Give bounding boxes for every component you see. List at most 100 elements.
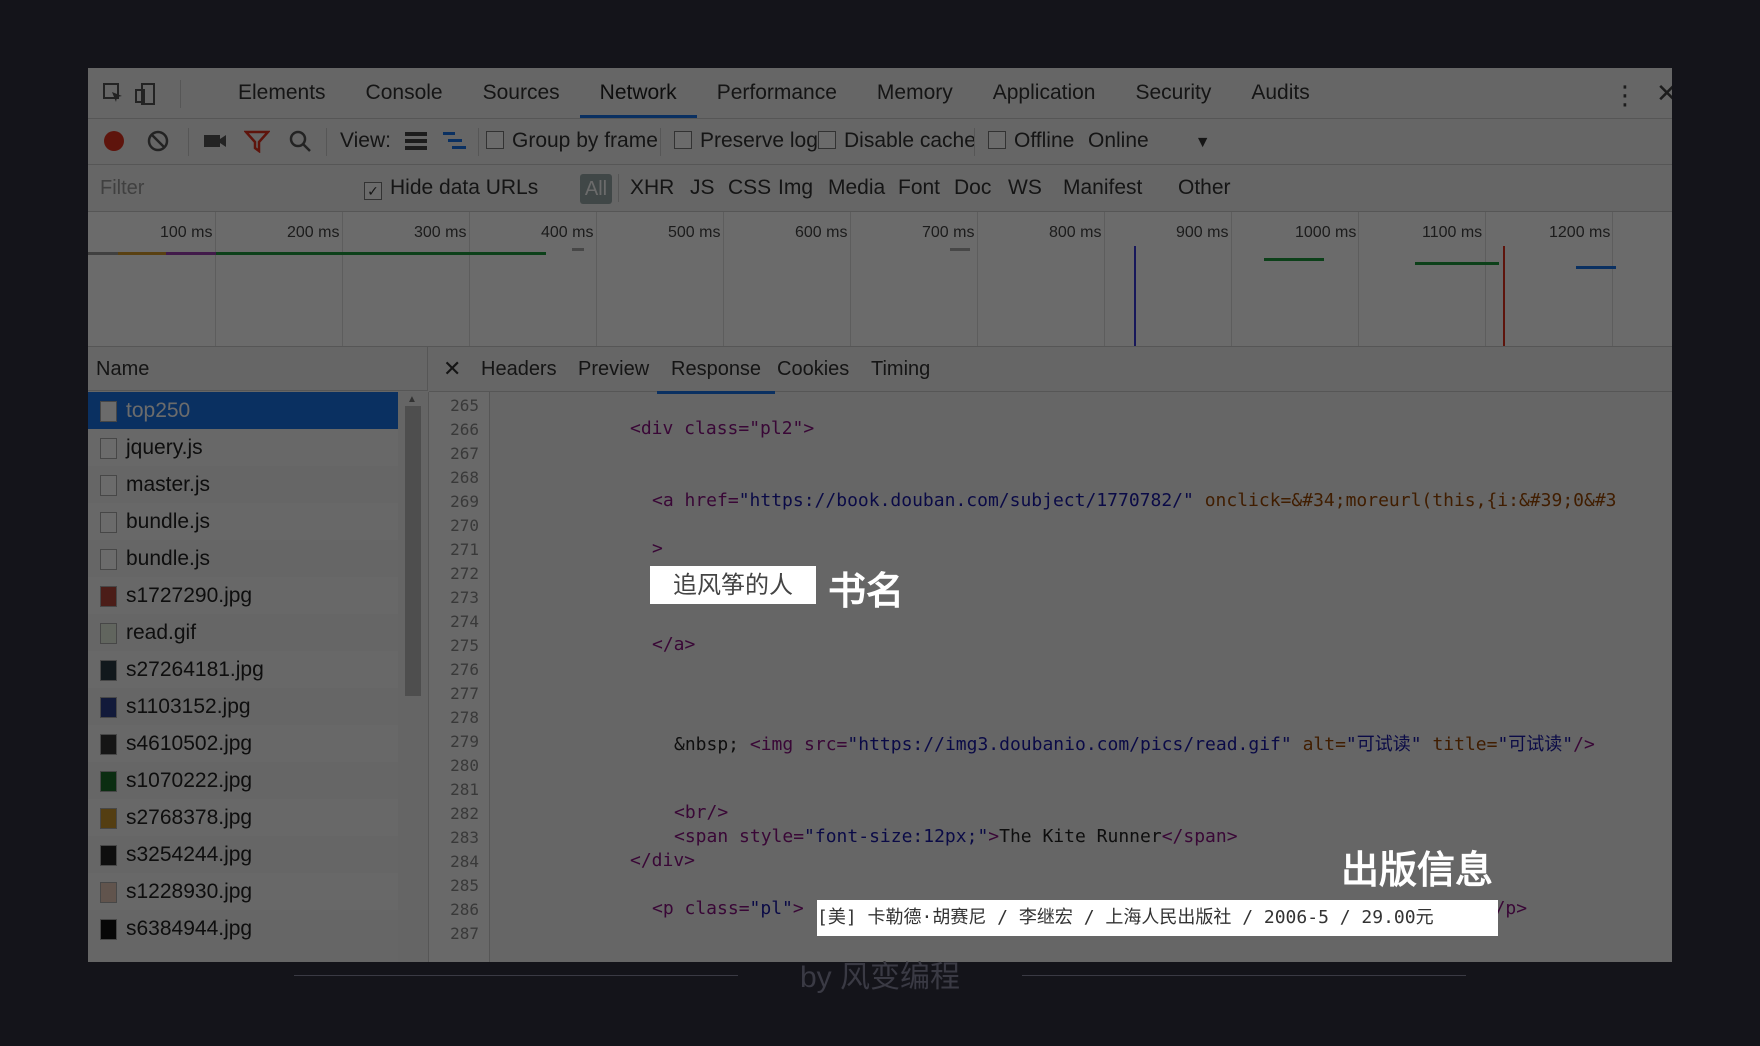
request-row[interactable]: top250 (88, 392, 398, 429)
tab-performance[interactable]: Performance (697, 68, 857, 118)
tab-network[interactable]: Network (579, 68, 697, 118)
timeline-overview[interactable]: 100 ms 200 ms 300 ms 400 ms 500 ms 600 m… (88, 212, 1672, 347)
code-line: <br/> (674, 802, 729, 823)
script-file-icon (100, 475, 117, 496)
image-thumbnail-icon (100, 586, 117, 607)
request-row[interactable]: s3254244.jpg (88, 836, 398, 873)
line-number: 268 (450, 468, 479, 487)
request-row[interactable]: s1727290.jpg (88, 577, 398, 614)
waterfall-bar (950, 248, 970, 251)
hide-data-urls-checkbox[interactable]: ✓ Hide data URLs (364, 165, 538, 211)
request-row[interactable]: bundle.js (88, 503, 398, 540)
type-filter-xhr[interactable]: XHR (630, 165, 674, 211)
line-number: 287 (450, 924, 479, 943)
clear-icon[interactable] (146, 129, 170, 153)
response-code-view[interactable]: <div class="pl2"> <a href="https://book.… (490, 392, 1672, 962)
tab-sources[interactable]: Sources (463, 68, 580, 118)
request-row[interactable]: bundle.js (88, 540, 398, 577)
inspect-element-icon[interactable] (102, 82, 126, 106)
image-thumbnail-icon (100, 697, 117, 718)
line-number: 285 (450, 876, 479, 895)
tab-cookies[interactable]: Cookies (777, 347, 849, 391)
tab-audits[interactable]: Audits (1231, 68, 1329, 118)
request-row[interactable]: s4610502.jpg (88, 725, 398, 762)
checkbox-icon (988, 131, 1006, 149)
tab-memory[interactable]: Memory (857, 68, 973, 118)
tab-elements[interactable]: Elements (218, 68, 346, 118)
name-column-header[interactable]: Name (88, 347, 428, 391)
checkbox-icon (818, 131, 836, 149)
device-toolbar-icon[interactable] (134, 82, 158, 106)
tab-response[interactable]: Response (657, 347, 776, 394)
timeline-tick: 1100 ms (1422, 224, 1483, 241)
publication-info-highlight: [美] 卡勒德·胡赛尼 / 李继宏 / 上海人民出版社 / 2006-5 / 2… (817, 900, 1498, 936)
timeline-tick: 500 ms (668, 224, 721, 241)
line-number: 276 (450, 660, 479, 679)
type-filter-manifest[interactable]: Manifest (1063, 165, 1142, 211)
type-filter-ws[interactable]: WS (1008, 165, 1042, 211)
type-filter-font[interactable]: Font (898, 165, 940, 211)
view-label: View: (340, 129, 391, 152)
request-row[interactable]: s1228930.jpg (88, 873, 398, 910)
record-icon[interactable] (102, 129, 126, 153)
type-filter-media[interactable]: Media (828, 165, 885, 211)
offline-checkbox[interactable]: Offline (988, 118, 1074, 164)
timeline-tick: 100 ms (160, 224, 213, 241)
large-rows-icon[interactable] (404, 130, 428, 152)
filter-input[interactable]: Filter (88, 165, 378, 211)
timeline-tick: 300 ms (414, 224, 467, 241)
line-number: 275 (450, 636, 479, 655)
request-row[interactable]: s2768378.jpg (88, 799, 398, 836)
search-icon[interactable] (288, 129, 312, 153)
request-row[interactable]: s1070222.jpg (88, 762, 398, 799)
request-row[interactable]: s27264181.jpg (88, 651, 398, 688)
waterfall-icon[interactable] (442, 130, 468, 152)
tab-headers[interactable]: Headers (481, 347, 557, 391)
type-filter-doc[interactable]: Doc (954, 165, 991, 211)
request-row[interactable]: s1103152.jpg (88, 688, 398, 725)
image-thumbnail-icon (100, 734, 117, 755)
preserve-log-checkbox[interactable]: Preserve log (674, 118, 818, 164)
more-options-icon[interactable]: ⋮ (1612, 80, 1638, 111)
code-line: <div class="pl2"> (630, 418, 815, 439)
request-row[interactable]: s6384944.jpg (88, 910, 398, 947)
filter-icon[interactable] (244, 129, 270, 153)
book-title-label: 书名 (828, 571, 905, 613)
waterfall-bar (1576, 266, 1616, 269)
script-file-icon (100, 512, 117, 533)
line-number: 274 (450, 612, 479, 631)
request-row[interactable]: jquery.js (88, 429, 398, 466)
checkbox-icon (674, 131, 692, 149)
throttling-select[interactable]: Online ▼ (1088, 118, 1211, 164)
scroll-up-icon[interactable]: ▲ (407, 394, 417, 405)
code-line: </div> (630, 850, 696, 871)
line-number: 283 (450, 828, 479, 847)
request-row[interactable]: master.js (88, 466, 398, 503)
screenshot-camera-icon[interactable] (202, 129, 228, 153)
type-filter-other[interactable]: Other (1178, 165, 1231, 211)
type-filter-css[interactable]: CSS (728, 165, 771, 211)
waterfall-bar (166, 252, 216, 255)
type-filter-js[interactable]: JS (690, 165, 715, 211)
panel-tabs: Elements Console Sources Network Perform… (218, 68, 1330, 118)
type-filter-img[interactable]: Img (778, 165, 813, 211)
group-by-frame-checkbox[interactable]: Group by frame (486, 118, 658, 164)
publication-info-label: 出版信息 (1341, 850, 1494, 892)
request-row[interactable]: read.gif (88, 614, 398, 651)
tab-preview[interactable]: Preview (578, 347, 649, 391)
close-devtools-icon[interactable]: ✕ (1656, 78, 1672, 109)
tab-security[interactable]: Security (1115, 68, 1231, 118)
image-thumbnail-icon (100, 623, 117, 644)
tab-application[interactable]: Application (973, 68, 1116, 118)
tab-timing[interactable]: Timing (871, 347, 930, 391)
close-detail-icon[interactable]: ✕ (443, 347, 461, 391)
type-filter-all[interactable]: All (580, 174, 612, 204)
code-line: </a> (652, 634, 696, 655)
tab-console[interactable]: Console (346, 68, 463, 118)
scrollbar-thumb[interactable] (405, 406, 421, 696)
request-list-scrollbar[interactable]: ▲ (398, 392, 429, 962)
line-number: 282 (450, 804, 479, 823)
network-toolbar: View: Group by frame Preserve log Disabl… (88, 118, 1672, 165)
disable-cache-checkbox[interactable]: Disable cache (818, 118, 976, 164)
line-number: 269 (450, 492, 479, 511)
